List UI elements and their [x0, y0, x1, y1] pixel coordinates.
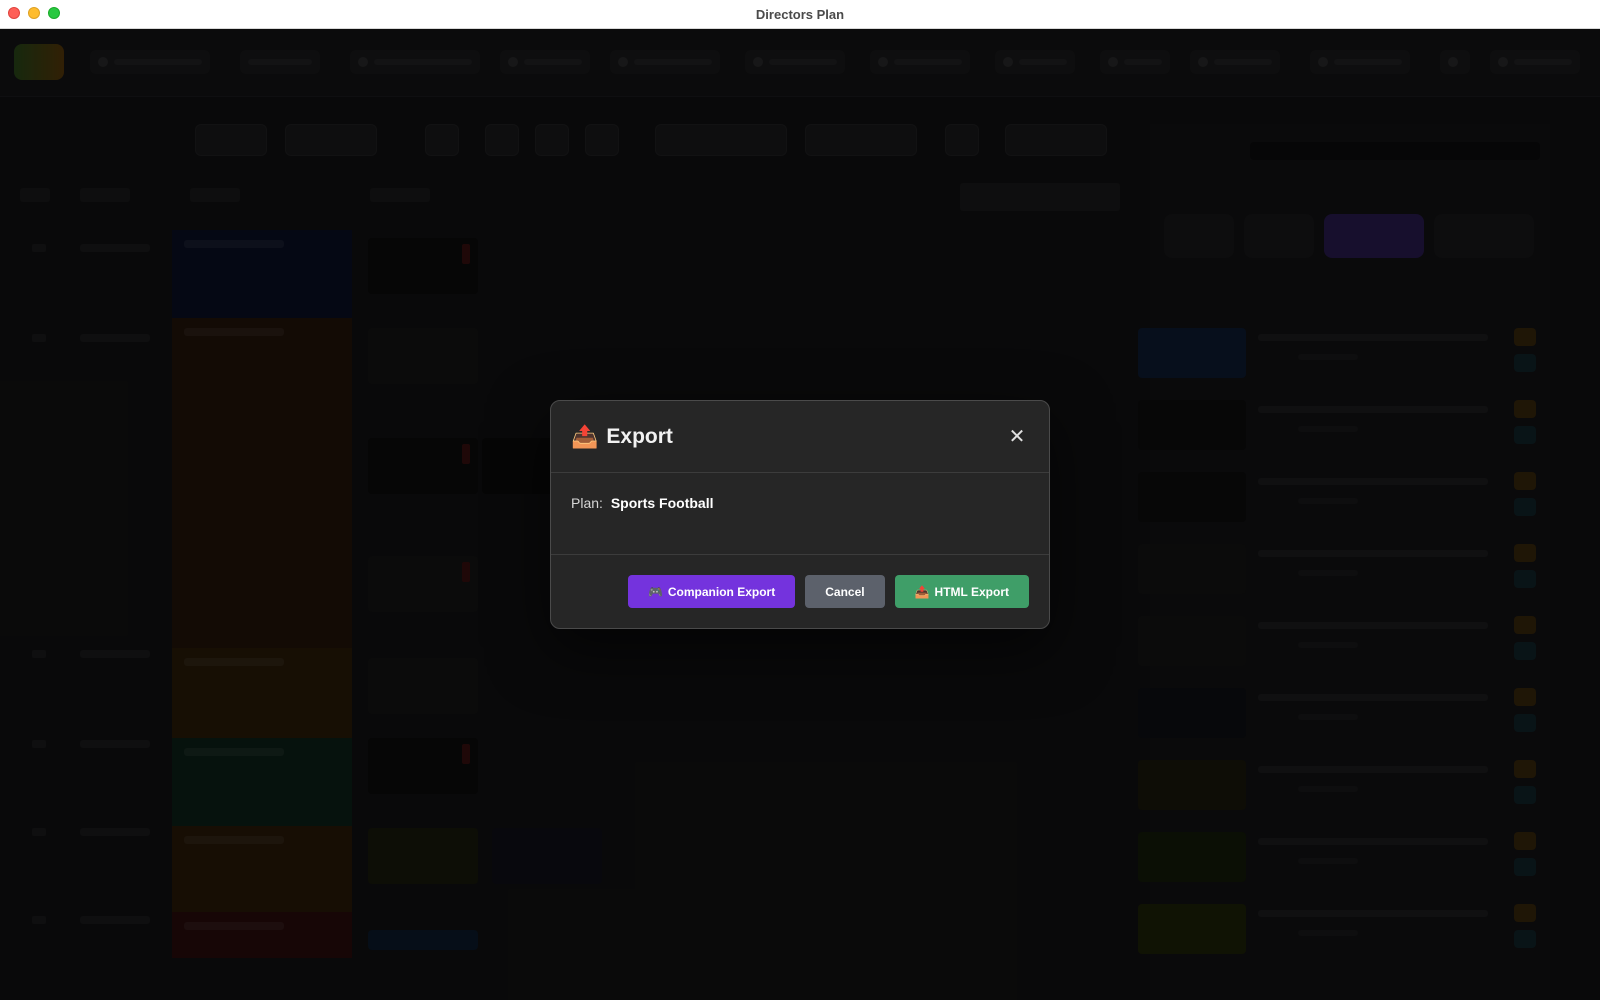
window-minimize-button[interactable] — [28, 7, 40, 19]
dialog-header: 📤 Export ✕ — [551, 401, 1049, 473]
cancel-button[interactable]: Cancel — [805, 575, 885, 608]
plan-label: Plan: — [571, 495, 603, 511]
dialog-footer: 🎮 Companion Export Cancel 📤 HTML Export — [551, 555, 1049, 628]
html-export-button[interactable]: 📤 HTML Export — [894, 575, 1029, 608]
outbox-tray-icon: 📤 — [914, 584, 930, 599]
outbox-tray-icon: 📤 — [571, 423, 599, 449]
plan-name: Sports Football — [610, 495, 714, 511]
companion-export-button[interactable]: 🎮 Companion Export — [627, 575, 796, 608]
game-controller-icon: 🎮 — [647, 584, 663, 599]
cancel-label: Cancel — [825, 584, 865, 599]
window-titlebar: Directors Plan — [0, 0, 1600, 29]
window-title: Directors Plan — [755, 6, 845, 22]
html-export-label: HTML Export — [934, 584, 1009, 599]
export-dialog: 📤 Export ✕ Plan: Sports Football 🎮 Compa… — [550, 400, 1050, 629]
window-controls — [8, 7, 60, 19]
close-icon[interactable]: ✕ — [1005, 425, 1029, 449]
window-maximize-button[interactable] — [48, 7, 60, 19]
dialog-body: Plan: Sports Football — [551, 473, 1049, 555]
window-close-button[interactable] — [8, 7, 20, 19]
companion-export-label: Companion Export — [667, 584, 776, 599]
dialog-title: Export — [606, 424, 673, 448]
